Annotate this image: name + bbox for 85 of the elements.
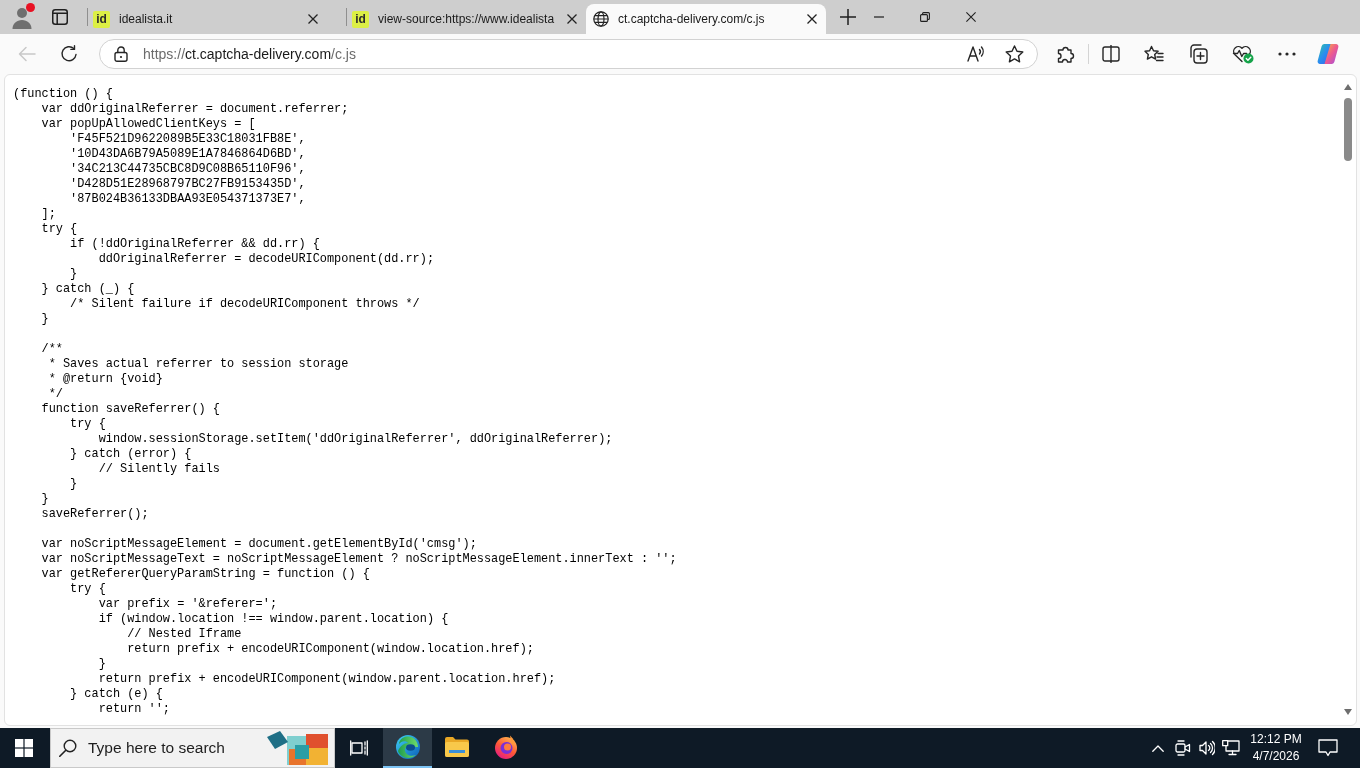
refresh-icon[interactable]: [60, 45, 78, 63]
code-line: try {: [70, 582, 106, 596]
code-line: '87B024B36133DBAA93E054371373E7',: [70, 192, 306, 206]
code-line: }: [41, 492, 49, 506]
color-swirl-icon[interactable]: [1317, 43, 1339, 65]
profile-avatar-icon[interactable]: [10, 5, 34, 29]
split-screen-icon[interactable]: [1102, 45, 1120, 63]
code-line: var getRefererQueryParamString = function () {: [41, 567, 370, 581]
scroll-up-arrow-icon[interactable]: [1344, 84, 1352, 90]
scrollbar-thumb[interactable]: [1344, 98, 1352, 161]
code-line: * Saves actual referrer to session storage: [48, 357, 349, 371]
task-view-icon[interactable]: [350, 740, 368, 756]
code-line: }: [98, 657, 106, 671]
code-line: ddOriginalReferrer = decodeURIComponent(dd.rr);: [98, 252, 434, 266]
scroll-down-arrow-icon[interactable]: [1344, 709, 1352, 715]
code-line: }: [70, 267, 78, 281]
code-line: // Silently fails: [98, 462, 220, 476]
code-line: saveReferrer();: [41, 507, 149, 521]
code-line: var noScriptMessageElement = document.getElementById('cmsg');: [41, 537, 477, 551]
close-icon[interactable]: [807, 14, 817, 24]
search-field[interactable]: Type here to search: [50, 728, 335, 768]
clock-time[interactable]: 12:12 PM: [1248, 731, 1304, 748]
code-line: '10D43DA6B79A5089E1A7846864D6BD',: [70, 147, 306, 161]
code-line: var noScriptMessageText = noScriptMessageElement ? noScriptMessageElement.innerText : '';: [41, 552, 677, 566]
code-line: var popUpAllowedClientKeys = [: [41, 117, 256, 131]
puzzle-drawing: [265, 731, 328, 765]
code-line: /**: [41, 342, 63, 356]
browser-tab[interactable]: id idealista.it: [88, 4, 327, 34]
code-line: try {: [41, 222, 78, 236]
code-line: }: [41, 312, 49, 326]
start-icon[interactable]: [15, 739, 33, 757]
close-icon[interactable]: [966, 12, 976, 22]
folder-icon: [444, 737, 469, 757]
code-line: * @return {void}: [48, 372, 163, 386]
puzzle-piece-icon[interactable]: [1057, 44, 1075, 64]
code-line: '34C213C44735CBC8D9C08B65110F96',: [70, 162, 306, 176]
browser-tab[interactable]: id view-source:https://www.idealista: [347, 4, 586, 34]
site-favicon: id: [93, 10, 110, 28]
code-line: try {: [70, 417, 106, 431]
taskbar-button[interactable]: [383, 728, 432, 768]
wave-browser-icon: [395, 735, 420, 759]
code-line: if (window.location !== window.parent.location) {: [98, 612, 449, 626]
code-line: 'D428D51E28968797BC27FB9153435D',: [70, 177, 306, 191]
volume-icon[interactable]: [1199, 740, 1215, 756]
code-line: function saveReferrer() {: [41, 402, 220, 416]
browser-tab[interactable]: ct.captcha-delivery.com/c.js: [586, 4, 826, 34]
code-line: var prefix = '&referer=';: [98, 597, 278, 611]
address-bar[interactable]: https://ct.captcha-delivery.com/c.js: [99, 39, 1038, 69]
tab-panel-icon[interactable]: [52, 9, 68, 25]
read-aloud-icon[interactable]: [967, 46, 985, 62]
chevron-up-icon[interactable]: [1152, 744, 1164, 752]
code-line: // Nested Iframe: [127, 627, 242, 641]
more-icon[interactable]: [1278, 52, 1296, 56]
code-line: return '';: [98, 702, 170, 716]
star-icon[interactable]: [1005, 45, 1024, 63]
code-line: /* Silent failure if decodeURIComponent throws */: [70, 297, 420, 311]
code-line: window.sessionStorage.setItem('ddOriginalReferrer', ddOriginalReferrer);: [98, 432, 613, 446]
network-icon[interactable]: [1222, 740, 1240, 756]
site-favicon: id: [352, 10, 369, 28]
camera-icon[interactable]: [1175, 740, 1191, 756]
new-tab-icon[interactable]: [840, 9, 856, 25]
globe-icon: [593, 11, 609, 27]
code-line: return prefix + encodeURIComponent(window.location.href);: [127, 642, 534, 656]
code-line: (function () {: [13, 87, 113, 101]
lock-icon: [114, 46, 128, 62]
code-line: ];: [41, 207, 56, 221]
notification-icon[interactable]: [1318, 739, 1338, 757]
code-line: } catch (error) {: [70, 447, 192, 461]
clock-date[interactable]: 4/7/2026: [1248, 748, 1304, 765]
close-icon[interactable]: [567, 14, 577, 24]
code-line: }: [70, 477, 78, 491]
close-icon[interactable]: [308, 14, 318, 24]
collections-icon[interactable]: [1188, 44, 1208, 64]
heart-pulse-icon[interactable]: [1232, 44, 1254, 64]
code-line: */: [48, 387, 63, 401]
code-line: var ddOriginalReferrer = document.referrer;: [41, 102, 349, 116]
favorites-list-icon[interactable]: [1144, 45, 1164, 63]
code-line: 'F45F521D9622089B5E33C18031FB8E',: [70, 132, 306, 146]
code-line: if (!ddOriginalReferrer && dd.rr) {: [70, 237, 320, 251]
code-line: return prefix + encodeURIComponent(window.parent.location.href);: [98, 672, 556, 686]
restore-icon[interactable]: [920, 12, 930, 22]
flame-browser-icon: [493, 735, 518, 759]
search-icon: [59, 739, 77, 757]
code-line: } catch (_) {: [41, 282, 135, 296]
code-line: } catch (e) {: [70, 687, 163, 701]
